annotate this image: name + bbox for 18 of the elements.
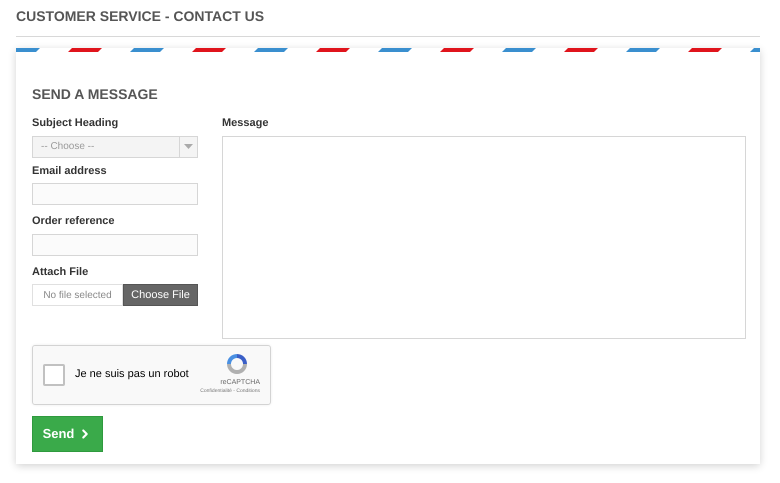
message-field[interactable] [222,136,746,338]
form-title: SEND A MESSAGE [32,85,159,104]
field-label: Subject Heading [32,116,120,131]
field-label: Email address [32,164,108,178]
caret-icon [184,144,193,149]
robot-checkbox[interactable] [43,364,65,386]
send-button[interactable]: Send [32,416,103,452]
subject-select[interactable]: -- Choose -- [32,136,198,158]
field-label: Message [222,116,270,131]
choose-file-button[interactable]: Choose File [123,284,198,306]
email-field[interactable] [32,183,198,205]
page-title: CUSTOMER SERVICE - CONTACT US [16,7,266,26]
captcha-label: Je ne suis pas un robot [75,367,190,382]
file-status: No file selected [32,284,123,306]
field-label: Attach File [32,264,90,280]
order-field[interactable] [32,234,198,256]
field-label: Order reference [32,214,116,229]
captcha-logo-icon [224,352,250,376]
